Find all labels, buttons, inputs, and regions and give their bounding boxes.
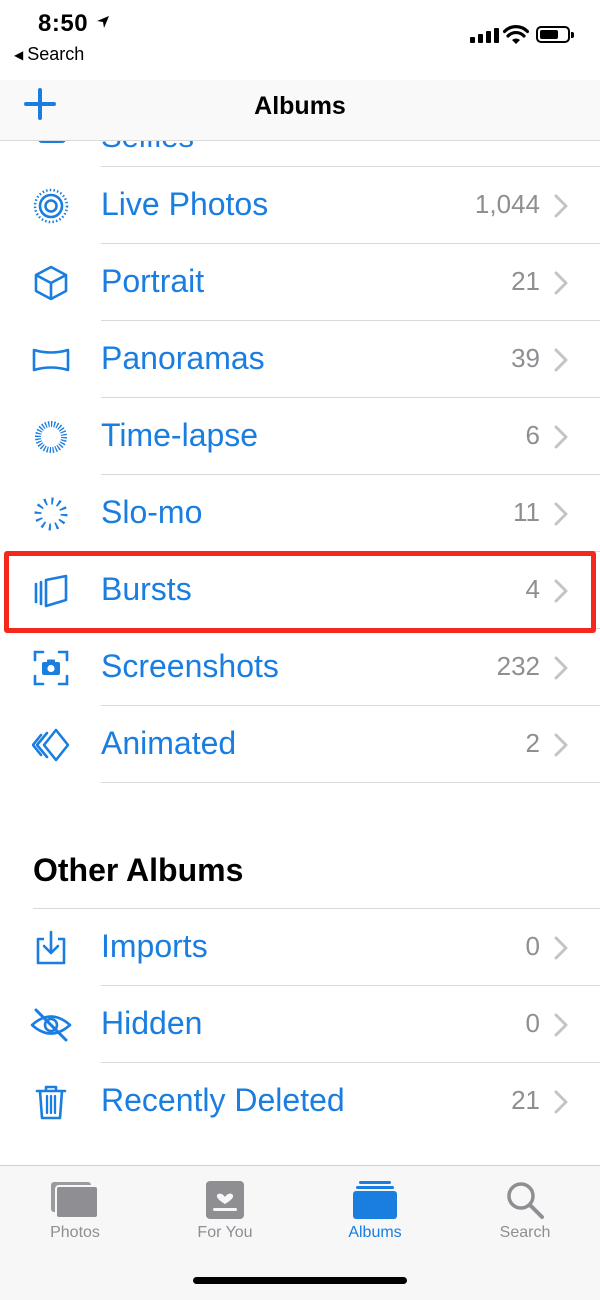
album-row-count: 2 <box>525 728 540 758</box>
album-row-recently-deleted[interactable]: Recently Deleted 21 <box>0 1063 600 1143</box>
album-row-label: Panoramas <box>101 340 265 376</box>
album-row-imports[interactable]: Imports 0 <box>0 909 600 986</box>
chevron-right-icon <box>554 348 568 372</box>
cellular-signal-icon <box>470 28 499 43</box>
selfie-icon <box>38 141 66 143</box>
highlight-box <box>4 551 596 633</box>
album-row-count: 21 <box>511 1085 540 1115</box>
live-photos-icon <box>33 188 69 224</box>
album-row-screenshots[interactable]: Screenshots 232 <box>0 629 600 706</box>
tab-albums[interactable]: Albums <box>300 1166 450 1256</box>
album-row-label: Slo-mo <box>101 494 203 530</box>
album-row-animated[interactable]: Animated 2 <box>0 706 600 783</box>
album-row-label: Portrait <box>101 263 205 299</box>
album-row-portrait[interactable]: Portrait 21 <box>0 244 600 321</box>
chevron-right-icon <box>554 194 568 218</box>
battery-icon <box>536 26 574 43</box>
album-row-count: 6 <box>525 420 540 450</box>
status-bar: 8:50 ◀ Search <box>0 0 600 80</box>
album-row-label: Live Photos <box>101 186 269 222</box>
back-to-label: Search <box>27 44 85 64</box>
tab-search[interactable]: Search <box>450 1166 600 1256</box>
album-row-hidden[interactable]: Hidden 0 <box>0 986 600 1063</box>
list-item-label: Selfies <box>101 141 194 155</box>
list-item-selfies-partial[interactable]: Selfies <box>0 141 600 167</box>
album-row-slo-mo[interactable]: Slo-mo 11 <box>0 475 600 552</box>
chevron-right-icon <box>554 656 568 680</box>
photos-tab-icon <box>51 1182 99 1219</box>
album-row-label: Screenshots <box>101 648 279 684</box>
album-row-count: 1,044 <box>474 189 540 219</box>
chevron-right-icon <box>554 1090 568 1114</box>
chevron-right-icon <box>554 502 568 526</box>
chevron-right-icon <box>554 1013 568 1037</box>
screenshot-icon <box>33 650 69 686</box>
album-row-count: 232 <box>496 651 540 681</box>
panorama-icon <box>32 348 70 372</box>
album-row-time-lapse[interactable]: Time-lapse 6 <box>0 398 600 475</box>
album-row-label: Recently Deleted <box>101 1082 345 1118</box>
album-row-panoramas[interactable]: Panoramas 39 <box>0 321 600 398</box>
location-arrow-icon <box>97 16 109 28</box>
tab-label: Albums <box>348 1224 402 1241</box>
tab-for-you[interactable]: For You <box>150 1166 300 1256</box>
chevron-right-icon <box>554 936 568 960</box>
navigation-bar: Albums <box>0 80 600 141</box>
for-you-tab-icon <box>206 1181 244 1219</box>
tab-label: Search <box>499 1224 551 1241</box>
tab-label: For You <box>197 1224 253 1241</box>
chevron-right-icon <box>554 271 568 295</box>
album-row-live-photos[interactable]: Live Photos 1,044 <box>0 167 600 244</box>
search-tab-icon <box>507 1182 544 1219</box>
chevron-right-icon <box>554 425 568 449</box>
slo-mo-icon <box>34 497 68 531</box>
time-lapse-icon <box>35 421 67 453</box>
albums-tab-icon <box>353 1181 397 1219</box>
section-title-other-albums: Other Albums <box>33 852 244 888</box>
album-row-label: Imports <box>101 928 208 964</box>
import-icon <box>36 930 66 965</box>
back-triangle-icon: ◀ <box>14 47 24 62</box>
chevron-right-icon <box>554 733 568 757</box>
portrait-cube-icon <box>34 265 68 301</box>
back-to-search-link[interactable]: ◀ Search <box>14 44 84 65</box>
album-row-count: 11 <box>513 497 540 527</box>
trash-icon <box>35 1085 67 1120</box>
home-indicator[interactable] <box>193 1277 407 1284</box>
album-row-label: Hidden <box>101 1005 203 1041</box>
tab-photos[interactable]: Photos <box>0 1166 150 1256</box>
album-row-count: 0 <box>525 931 540 961</box>
animated-icon <box>32 728 70 762</box>
album-row-label: Time-lapse <box>101 417 259 453</box>
album-row-label: Animated <box>101 725 237 761</box>
album-row-count: 39 <box>511 343 540 373</box>
status-time: 8:50 <box>38 10 89 37</box>
hidden-eye-icon <box>30 1008 72 1042</box>
album-row-count: 0 <box>525 1008 540 1038</box>
wifi-icon <box>503 25 529 44</box>
tab-label: Photos <box>50 1224 100 1241</box>
page-title: Albums <box>254 92 346 120</box>
album-row-count: 21 <box>511 266 540 296</box>
